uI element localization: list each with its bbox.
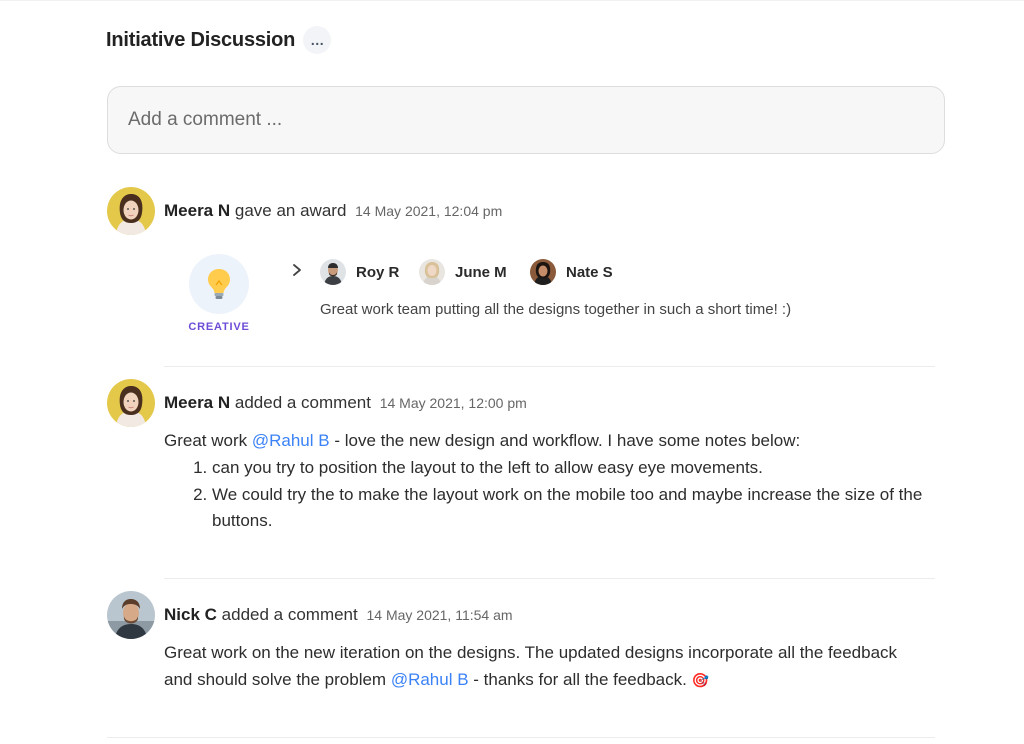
divider — [164, 578, 935, 579]
comment-body: Great work on the new iteration on the d… — [164, 640, 924, 693]
avatar — [419, 259, 445, 285]
recipient-name: Roy R — [356, 263, 400, 281]
award-name: CREATIVE — [188, 321, 250, 333]
avatar-meera-icon — [107, 187, 155, 235]
avatar-june-icon — [419, 259, 445, 285]
page-title: Initiative Discussion — [106, 28, 296, 51]
comment-body: Great work @Rahul B - love the new desig… — [164, 428, 800, 455]
lightbulb-icon — [208, 269, 230, 299]
target-emoji-icon: 🎯 — [691, 671, 710, 688]
recipient-name: Nate S — [566, 263, 613, 281]
avatar-roy-icon — [320, 259, 346, 285]
activity-action: added a comment — [234, 393, 371, 412]
avatar — [530, 259, 556, 285]
list-item: We could try the to make the layout work… — [212, 482, 942, 535]
timestamp: 14 May 2021, 12:04 pm — [355, 203, 503, 219]
award-message: Great work team putting all the designs … — [320, 301, 792, 318]
author-name[interactable]: Meera N — [164, 393, 230, 412]
avatar[interactable] — [107, 187, 155, 235]
author-name[interactable]: Meera N — [164, 201, 230, 220]
recipient-name: June M — [455, 263, 507, 281]
notes-list: can you try to position the layout to th… — [188, 455, 942, 535]
avatar-nick-icon — [107, 591, 155, 639]
comment-header: Nick C added a comment 14 May 2021, 11:5… — [164, 605, 513, 625]
activity-action: gave an award — [234, 201, 347, 220]
avatar — [320, 259, 346, 285]
avatar-meera-icon — [107, 379, 155, 427]
avatar[interactable] — [107, 591, 155, 639]
comment-text: Great work — [164, 431, 252, 450]
comment-text: - love the new design and workflow. I ha… — [329, 431, 801, 450]
recipient-chip[interactable]: Roy R — [320, 259, 399, 285]
mention-link[interactable]: @Rahul B — [252, 431, 330, 450]
avatar[interactable] — [107, 379, 155, 427]
comment-header: Meera N added a comment 14 May 2021, 12:… — [164, 393, 527, 413]
award-badge[interactable] — [189, 254, 249, 314]
divider — [164, 366, 935, 367]
recipient-chip[interactable]: June M — [419, 259, 507, 285]
award-activity-header: Meera N gave an award 14 May 2021, 12:04… — [164, 201, 502, 221]
chevron-right-icon[interactable] — [289, 262, 305, 278]
timestamp: 14 May 2021, 12:00 pm — [379, 395, 527, 411]
discussion-header: Initiative Discussion … — [106, 26, 332, 54]
top-divider — [0, 0, 1024, 1]
avatar-nate-icon — [530, 259, 556, 285]
recipient-chip[interactable]: Nate S — [530, 259, 613, 285]
more-icon: … — [310, 32, 325, 48]
discussion-page: Initiative Discussion … Meera N gave an … — [0, 0, 1024, 744]
divider — [107, 737, 935, 738]
activity-action: added a comment — [221, 605, 358, 624]
more-options-button[interactable]: … — [303, 26, 332, 54]
comment-input[interactable] — [107, 86, 945, 154]
mention-link[interactable]: @Rahul B — [391, 670, 469, 689]
comment-text: - thanks for all the feedback. — [468, 669, 687, 689]
list-item: can you try to position the layout to th… — [212, 455, 942, 482]
timestamp: 14 May 2021, 11:54 am — [366, 607, 513, 623]
author-name[interactable]: Nick C — [164, 605, 217, 624]
